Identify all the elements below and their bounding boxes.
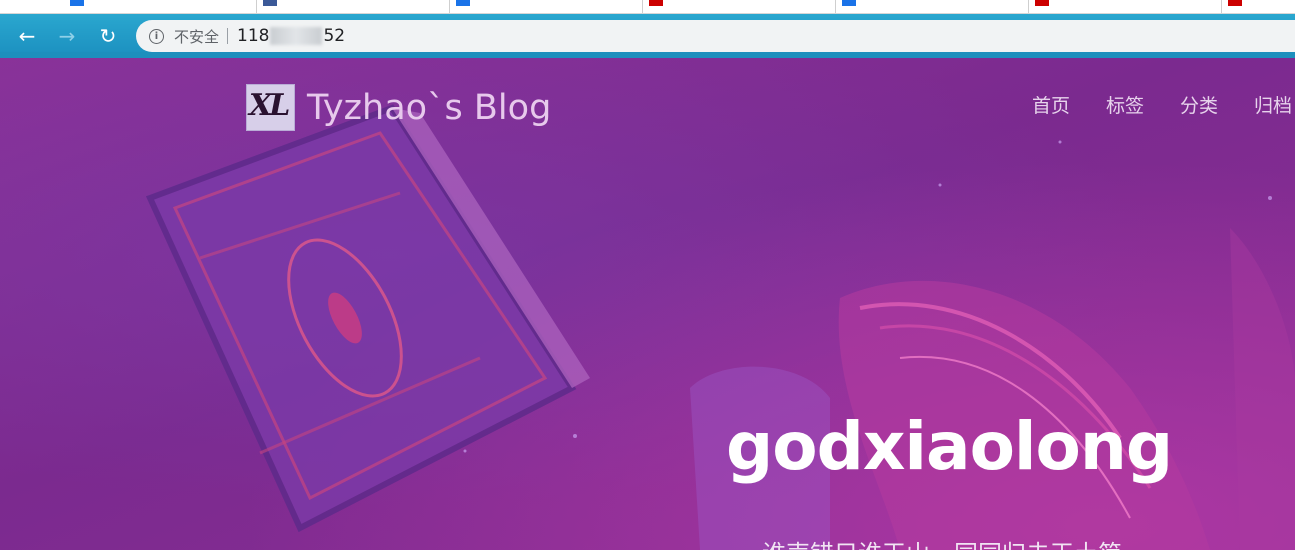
blog-page: XL Tyzhao`s Blog 首页 标签 分类 归档 godxiaolong… [0, 58, 1295, 550]
tab-strip [0, 0, 1295, 14]
url-redaction [270, 27, 323, 45]
browser-tab[interactable] [1222, 0, 1295, 13]
nav-tags[interactable]: 标签 [1106, 91, 1144, 118]
address-divider [227, 28, 229, 44]
reload-button[interactable]: ↻ [94, 22, 122, 50]
browser-tab[interactable] [1029, 0, 1222, 13]
magic-book-illustration [145, 104, 590, 533]
site-header: XL Tyzhao`s Blog 首页 标签 分类 归档 [0, 58, 1295, 158]
url-text-end[interactable]: 52 [323, 26, 345, 46]
tab-favicon-icon [456, 0, 470, 6]
main-navigation: 首页 标签 分类 归档 [1032, 91, 1292, 118]
logo-mark: XL [249, 88, 290, 123]
anime-character-illustration [690, 228, 1295, 550]
hero-title: godxiaolong [726, 408, 1173, 485]
tab-favicon-icon [70, 0, 84, 6]
browser-tab[interactable] [836, 0, 1029, 13]
nav-archive[interactable]: 归档 [1254, 91, 1292, 118]
tab-favicon-icon [263, 0, 277, 6]
tab-favicon-icon [1035, 0, 1049, 6]
security-status[interactable]: 不安全 [174, 26, 219, 47]
browser-tab[interactable] [257, 0, 450, 13]
address-bar[interactable]: i 不安全 118 52 [136, 20, 1295, 52]
forward-button[interactable]: → [53, 22, 81, 50]
browser-toolbar: ← → ↻ i 不安全 118 52 [0, 14, 1295, 58]
arrow-left-icon: ← [18, 24, 36, 48]
site-title: Tyzhao`s Blog [307, 87, 552, 128]
tab-favicon-icon [649, 0, 663, 6]
back-button[interactable]: ← [13, 22, 41, 50]
tab-favicon-icon [1228, 0, 1242, 6]
arrow-right-icon: → [58, 24, 76, 48]
browser-tab[interactable] [64, 0, 257, 13]
nav-categories[interactable]: 分类 [1180, 91, 1218, 118]
browser-tab[interactable] [450, 0, 643, 13]
tab-favicon-icon [842, 0, 856, 6]
reload-icon: ↻ [99, 24, 117, 48]
info-icon[interactable]: i [149, 28, 164, 44]
nav-home[interactable]: 首页 [1032, 91, 1070, 118]
site-logo-image: XL [246, 84, 295, 131]
browser-window: ← → ↻ i 不安全 118 52 XL Tyzhao`s Blog 首页 标… [0, 0, 1295, 550]
site-logo-link[interactable]: XL Tyzhao`s Blog [246, 84, 551, 131]
browser-tab[interactable] [643, 0, 836, 13]
url-text-start[interactable]: 118 [237, 26, 269, 46]
hero-subtitle: 谁声错只谁王山，同同归击王土简 [762, 534, 1122, 550]
